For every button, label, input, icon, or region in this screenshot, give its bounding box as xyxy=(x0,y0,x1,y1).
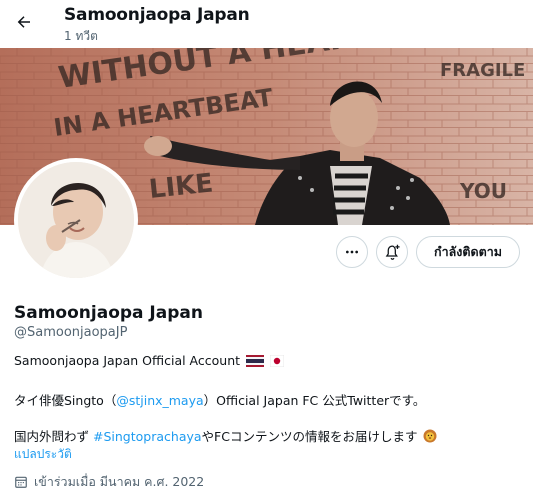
japan-flag-icon xyxy=(270,355,284,367)
bio-line-3: 国内外問わず #SingtoprachayaやFCコンテンツの情報をお届けします xyxy=(14,426,437,445)
notifications-button[interactable] xyxy=(376,236,408,268)
bio-line-1: Samoonjaopa Japan Official Account xyxy=(14,353,284,368)
back-button[interactable] xyxy=(10,8,38,36)
hashtag-link[interactable]: #Singtoprachaya xyxy=(93,429,202,444)
lion-emoji-icon xyxy=(423,429,437,443)
following-button[interactable]: กำลังติดตาม xyxy=(416,236,520,268)
avatar[interactable] xyxy=(14,158,138,282)
thai-flag-icon xyxy=(246,355,265,367)
header-title: Samoonjaopa Japan xyxy=(64,5,250,25)
back-arrow-icon xyxy=(17,16,30,28)
bio-line-2-prefix: タイ俳優Singto（ xyxy=(14,393,117,408)
more-button[interactable] xyxy=(336,236,368,268)
bell-plus-icon xyxy=(385,244,400,260)
bio-line-3-prefix: 国内外問わず xyxy=(14,429,90,444)
wall-text-4: FRAGILE xyxy=(440,60,525,81)
profile-header: Samoonjaopa Japan 1 ทวีต xyxy=(0,0,533,48)
bio-line-2-suffix: ）Official Japan FC 公式Twitterです。 xyxy=(203,393,426,408)
tweet-count: 1 ทวีต xyxy=(64,29,98,43)
joined-date-text: เข้าร่วมเมื่อ มีนาคม ค.ศ. 2022 xyxy=(34,474,205,489)
translate-bio-link[interactable]: แปลประวัติ xyxy=(14,445,72,464)
profile-name: Samoonjaopa Japan xyxy=(14,303,203,323)
bio-line-2: タイ俳優Singto（@stjinx_maya）Official Japan F… xyxy=(14,390,425,409)
mention-link[interactable]: @stjinx_maya xyxy=(116,393,203,408)
bio-line-1-text: Samoonjaopa Japan Official Account xyxy=(14,353,241,368)
profile-handle: @SamoonjaopaJP xyxy=(14,325,128,340)
joined-date: เข้าร่วมเมื่อ มีนาคม ค.ศ. 2022 xyxy=(14,472,204,492)
bio-line-3-suffix: やFCコンテンツの情報をお届けします xyxy=(201,429,418,444)
more-icon xyxy=(346,250,358,254)
calendar-icon xyxy=(15,476,27,488)
wall-text-5: YOU xyxy=(459,179,507,203)
